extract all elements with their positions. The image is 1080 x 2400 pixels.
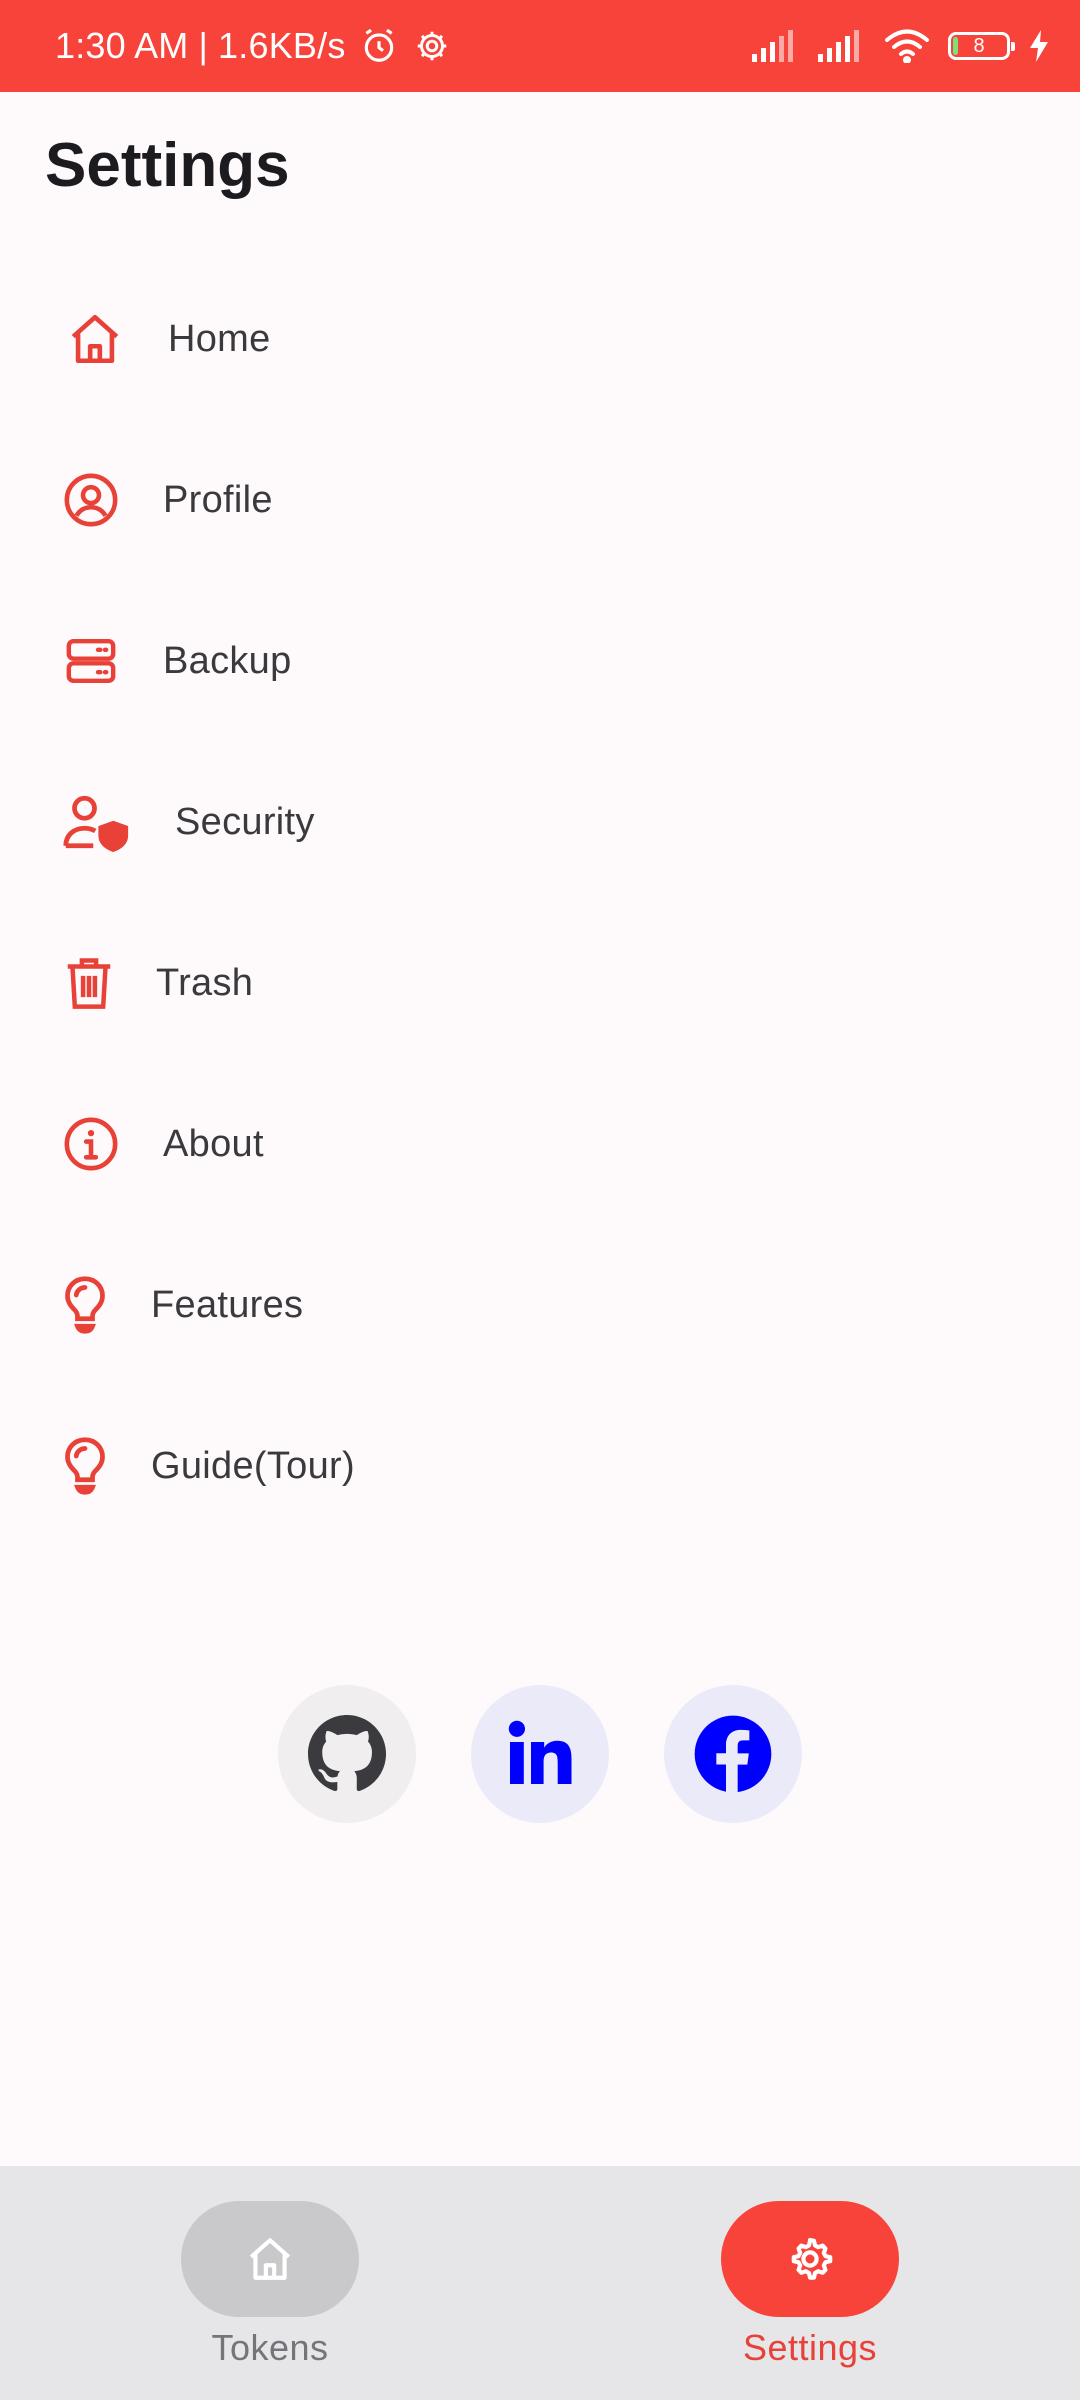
nav-label-settings: Settings — [742, 2327, 878, 2368]
linkedin-icon — [504, 1718, 576, 1790]
linkedin-button[interactable] — [471, 1685, 609, 1823]
nav-pill-tokens[interactable] — [181, 2201, 359, 2317]
battery-level: 8 — [973, 34, 985, 57]
menu-item-label: Home — [168, 317, 271, 360]
menu-item-label: Features — [151, 1283, 304, 1326]
facebook-button[interactable] — [664, 1685, 802, 1823]
status-right: 8 — [752, 0, 1050, 92]
nav-item-settings[interactable]: Settings — [720, 2201, 900, 2369]
status-separator: | — [198, 25, 209, 66]
facebook-icon — [693, 1714, 773, 1794]
status-left: 1:30 AM | 1.6KB/s — [55, 0, 450, 92]
bottom-nav: Tokens Settings — [0, 2166, 1080, 2400]
status-bar: 1:30 AM | 1.6KB/s 8 — [0, 0, 1080, 92]
lightbulb-icon — [50, 1270, 120, 1340]
menu-item-label: About — [163, 1122, 264, 1165]
backup-server-icon — [56, 626, 126, 696]
menu-item-features[interactable]: Features — [0, 1230, 1080, 1380]
menu-item-backup[interactable]: Backup — [0, 586, 1080, 736]
page-title: Settings — [45, 131, 290, 200]
menu-item-label: Profile — [163, 478, 273, 521]
profile-icon — [56, 465, 126, 535]
user-shield-icon — [62, 787, 132, 857]
info-icon — [56, 1109, 126, 1179]
menu-item-trash[interactable]: Trash — [0, 908, 1080, 1058]
wifi-icon — [884, 29, 930, 63]
status-network-speed: 1.6KB/s — [218, 25, 346, 66]
gear-icon — [786, 2235, 834, 2283]
nav-pill-settings[interactable] — [721, 2201, 899, 2317]
menu-item-label: Trash — [156, 961, 254, 1004]
status-time: 1:30 AM — [55, 25, 189, 66]
menu-item-label: Security — [175, 800, 315, 843]
menu-item-about[interactable]: About — [0, 1069, 1080, 1219]
nav-label-tokens: Tokens — [211, 2327, 329, 2368]
battery-fill — [953, 37, 958, 55]
menu-item-guide-tour[interactable]: Guide(Tour) — [0, 1391, 1080, 1541]
menu-item-label: Guide(Tour) — [151, 1444, 355, 1487]
menu-item-security[interactable]: Security — [0, 747, 1080, 897]
lightbulb-icon — [50, 1431, 120, 1501]
charging-icon — [1028, 30, 1050, 62]
trash-icon — [54, 948, 124, 1018]
settings-gear-icon — [414, 28, 450, 64]
github-icon — [308, 1715, 386, 1793]
menu-item-profile[interactable]: Profile — [0, 425, 1080, 575]
alarm-icon — [360, 27, 398, 65]
menu-item-label: Backup — [163, 639, 292, 682]
menu-item-home[interactable]: Home — [0, 264, 1080, 414]
signal-icon — [752, 30, 800, 62]
signal-icon — [818, 30, 866, 62]
github-button[interactable] — [278, 1685, 416, 1823]
home-icon — [60, 304, 130, 374]
battery-icon: 8 — [948, 32, 1015, 60]
nav-item-tokens[interactable]: Tokens — [180, 2201, 360, 2369]
home-icon — [244, 2234, 296, 2284]
